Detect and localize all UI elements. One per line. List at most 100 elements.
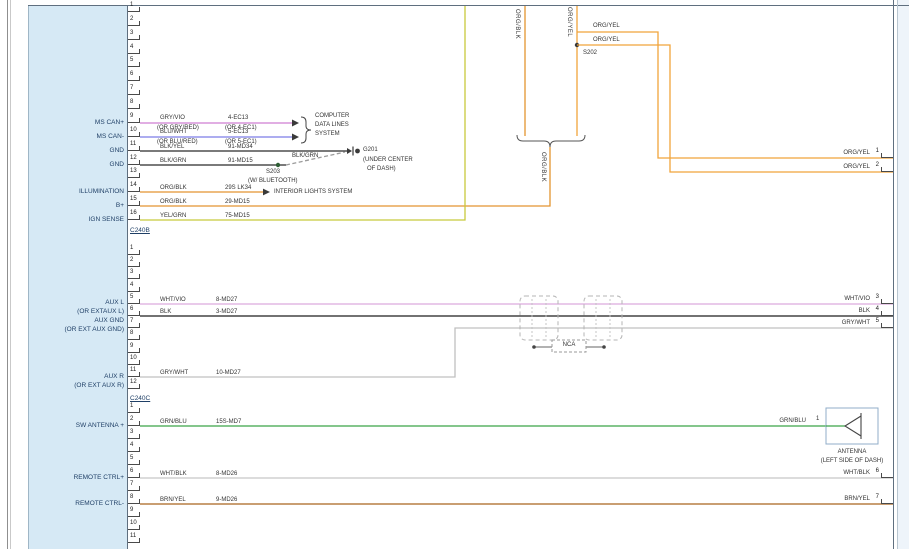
- pin-number: 16: [130, 210, 137, 216]
- pin-tick: [881, 473, 893, 478]
- wire-color-label: GRY/VIO: [160, 115, 185, 122]
- pin-number: 5: [130, 455, 133, 461]
- pin-number: 8: [130, 494, 133, 500]
- pin-number: 6: [130, 71, 133, 77]
- connector-label-c240b: C240B: [130, 227, 150, 234]
- pin-number: 4: [869, 306, 879, 312]
- pin-number: 7: [869, 494, 879, 500]
- circuit-label: 91-MD15: [228, 158, 253, 165]
- inline-connector-left: [520, 296, 558, 340]
- label-sw-antenna: SW ANTENNA +: [76, 422, 124, 429]
- interior-lights-system-label: INTERIOR LIGHTS SYSTEM: [274, 189, 352, 196]
- right-edge-line: [893, 0, 894, 549]
- wire-color-label: ORG/BLK: [160, 199, 187, 206]
- pin-number: 1: [130, 245, 133, 251]
- wire-org-yel-branch-1: [577, 32, 893, 158]
- pin-number: 6: [869, 468, 879, 474]
- pin-number: 7: [130, 85, 133, 91]
- wire-ign-sense: [140, 6, 465, 220]
- vertical-label-org-blk-mid: ORG/BLK: [539, 152, 546, 182]
- pin-number: 13: [130, 168, 137, 174]
- label-gnd-2: GND: [110, 161, 124, 168]
- circuit-label: 91-MD34: [228, 144, 253, 151]
- nca-end-dot: [532, 345, 536, 349]
- label-aux-r-or: (OR EXT AUX R): [74, 382, 124, 389]
- pin-number: 1: [869, 148, 879, 154]
- pin-number: 7: [130, 318, 133, 324]
- circuit-label: 4-EC13: [228, 115, 248, 122]
- pin-number: 3: [869, 294, 879, 300]
- label-aux-gnd: AUX GND: [94, 317, 124, 324]
- g201-arrow-icon: [347, 148, 352, 154]
- g201-location-1: (UNDER CENTER: [363, 157, 413, 164]
- g201-location-2: OF DASH): [367, 166, 396, 173]
- wire-aux-r: [140, 328, 893, 377]
- nca-label: NCA: [552, 342, 586, 349]
- pin-number: 3: [130, 429, 133, 435]
- wire-color-label: BLU/WHT: [160, 129, 187, 136]
- right-edge-line-2: [897, 0, 898, 549]
- wiring-diagram-page: 1234567891011121314151612345678910111212…: [0, 0, 909, 549]
- pin-number: 3: [130, 269, 133, 275]
- circuit-label: 3-MD27: [216, 309, 237, 316]
- label-gnd-1: GND: [110, 147, 124, 154]
- pin-number: 11: [130, 367, 136, 373]
- wire-color-label: ORG/BLK: [160, 185, 187, 192]
- pin-number: 11: [130, 141, 136, 147]
- pin-number: 9: [130, 507, 133, 513]
- circuit-label: 29-MD15: [225, 199, 250, 206]
- pin-number: 12: [130, 379, 137, 385]
- right-label-wht-vio: WHT/VIO: [844, 296, 870, 303]
- s202-label: S202: [583, 50, 597, 57]
- branch-org-yel-label-2: ORG/YEL: [593, 37, 620, 44]
- pin-number: 2: [869, 162, 879, 168]
- wire-color-label: WHT/BLK: [160, 471, 187, 478]
- brace-computer-system: [301, 117, 311, 143]
- wire-color-label: BRN/YEL: [160, 497, 186, 504]
- pin-number: 3: [130, 30, 133, 36]
- wire-color-label: YEL/GRN: [160, 213, 186, 220]
- wire-color-label: BLK/GRN: [160, 158, 186, 165]
- pin-tick: [881, 499, 893, 504]
- pin-number: 9: [130, 113, 133, 119]
- label-ms-can-minus: MS CAN-: [97, 133, 124, 140]
- label-ign-sense: IGN SENSE: [89, 216, 124, 223]
- circuit-label: 9-MD26: [216, 497, 237, 504]
- pin-number: 6: [130, 468, 133, 474]
- s203-label: S203: [266, 169, 280, 176]
- circuit-label: 8-MD27: [216, 297, 237, 304]
- s203-note: (W/ BLUETOOTH): [248, 178, 298, 185]
- pin-number: 10: [130, 355, 137, 361]
- pin-number: 15: [130, 196, 137, 202]
- connector-label-c240c: C240C: [130, 395, 150, 402]
- pin-number: 7: [130, 481, 133, 487]
- pin-tick: [881, 167, 893, 172]
- right-label-wht-blk: WHT/BLK: [843, 470, 870, 477]
- brace-merge: [517, 135, 585, 147]
- inline-connector-pins: [532, 299, 610, 337]
- antenna-label: ANTENNA: [826, 449, 878, 456]
- pin-number: 1: [130, 403, 133, 409]
- circuit-label: 15S-MD7: [216, 419, 241, 426]
- pin-number: 9: [130, 343, 133, 349]
- pin-number: 14: [130, 182, 137, 188]
- wire-b-plus: [140, 147, 550, 206]
- right-label-org-yel-1: ORG/YEL: [843, 150, 870, 157]
- right-label-grn-blu: GRN/BLU: [779, 418, 806, 425]
- pin-number: 8: [130, 99, 133, 105]
- pin-number: 4: [130, 282, 133, 288]
- wire-color-label: BLK: [160, 309, 171, 316]
- pin-tick: [881, 311, 893, 316]
- wire-color-continue-label: BLK/GRN: [292, 153, 318, 160]
- circuit-label: 5-EC13: [228, 129, 248, 136]
- computer-data-lines-label-2: DATA LINES: [315, 122, 349, 129]
- c240c-wires: [140, 296, 893, 377]
- interior-lights-arrow-icon: [263, 189, 270, 196]
- pin-number: 2: [130, 416, 133, 422]
- label-aux-gnd-or: (OR EXT AUX GND): [65, 326, 124, 333]
- pin-number: 4: [130, 442, 133, 448]
- right-label-gry-wht: GRY/WHT: [842, 320, 870, 327]
- branch-org-yel-label-1: ORG/YEL: [593, 23, 620, 30]
- antenna-pin-number: 1: [816, 416, 819, 423]
- computer-data-lines-label-3: SYSTEM: [315, 131, 340, 138]
